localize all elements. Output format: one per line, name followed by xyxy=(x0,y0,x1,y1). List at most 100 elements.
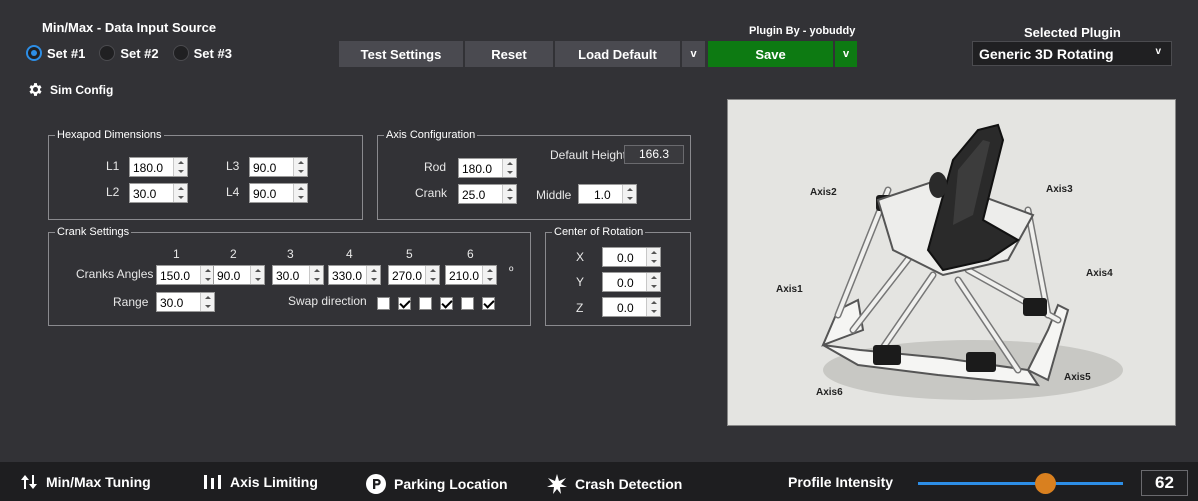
swap-checkbox-4[interactable] xyxy=(440,297,453,310)
l3-spinner[interactable]: 90.0 xyxy=(249,157,308,177)
spinner-arrows-icon[interactable] xyxy=(250,266,264,284)
crank-angle-5-spinner[interactable]: 270.0 xyxy=(388,265,440,285)
default-height-label: Default Height xyxy=(550,148,627,162)
l3-value: 90.0 xyxy=(253,161,277,175)
middle-spinner[interactable]: 1.0 xyxy=(578,184,637,204)
save-dropdown-button[interactable]: v xyxy=(835,41,858,67)
y-spinner[interactable]: 0.0 xyxy=(602,272,661,292)
spinner-arrows-icon[interactable] xyxy=(425,266,439,284)
swap-checkbox-5[interactable] xyxy=(461,297,474,310)
y-label: Y xyxy=(576,275,585,289)
min-max-tuning-button[interactable]: Min/Max Tuning xyxy=(20,474,151,490)
plugin-select[interactable]: Generic 3D Rotating v xyxy=(972,41,1172,66)
l1-value: 180.0 xyxy=(133,161,164,175)
crank-angle-2-value: 90.0 xyxy=(217,269,241,283)
swap-checkbox-3[interactable] xyxy=(419,297,432,310)
selected-plugin-label: Selected Plugin xyxy=(1024,25,1121,40)
x-spinner[interactable]: 0.0 xyxy=(602,247,661,267)
crank-settings-title: Crank Settings xyxy=(55,226,132,238)
profile-intensity-value[interactable]: 62 xyxy=(1141,470,1188,496)
crank-angle-6-value: 210.0 xyxy=(449,269,480,283)
z-spinner[interactable]: 0.0 xyxy=(602,297,661,317)
swap-checkbox-2[interactable] xyxy=(398,297,411,310)
load-default-button[interactable]: Load Default xyxy=(555,41,681,67)
range-value: 30.0 xyxy=(160,296,184,310)
spinner-arrows-icon[interactable] xyxy=(200,266,214,284)
l2-spinner[interactable]: 30.0 xyxy=(129,183,188,203)
spinner-arrows-icon[interactable] xyxy=(173,158,187,176)
spinner-arrows-icon[interactable] xyxy=(293,184,307,202)
crash-detection-button[interactable]: Crash Detection xyxy=(547,474,682,494)
crank-col-6: 6 xyxy=(467,247,474,261)
crash-detection-label: Crash Detection xyxy=(575,476,683,492)
profile-intensity-slider-track[interactable] xyxy=(918,482,1123,485)
radio-unselected-icon xyxy=(172,45,189,61)
crank-angle-3-spinner[interactable]: 30.0 xyxy=(272,265,324,285)
spinner-arrows-icon[interactable] xyxy=(173,184,187,202)
crank-label: Crank xyxy=(415,186,448,200)
spinner-arrows-icon[interactable] xyxy=(646,273,660,291)
l3-label: L3 xyxy=(226,159,240,173)
crank-angle-1-spinner[interactable]: 150.0 xyxy=(156,265,215,285)
save-button[interactable]: Save xyxy=(708,41,834,67)
axis4-label: Axis4 xyxy=(1086,268,1113,279)
spinner-arrows-icon[interactable] xyxy=(502,185,516,203)
crank-angle-6-spinner[interactable]: 210.0 xyxy=(445,265,497,285)
range-label: Range xyxy=(113,295,149,309)
profile-intensity-slider-thumb[interactable] xyxy=(1034,473,1056,494)
spinner-arrows-icon[interactable] xyxy=(646,248,660,266)
spinner-arrows-icon[interactable] xyxy=(293,158,307,176)
reset-button[interactable]: Reset xyxy=(465,41,554,67)
l1-label: L1 xyxy=(106,159,120,173)
sim-config-button[interactable]: Sim Config xyxy=(27,81,113,98)
range-spinner[interactable]: 30.0 xyxy=(156,292,215,312)
crank-col-2: 2 xyxy=(230,247,237,261)
rod-spinner[interactable]: 180.0 xyxy=(458,158,517,178)
spinner-arrows-icon[interactable] xyxy=(200,293,214,311)
l4-value: 90.0 xyxy=(253,187,277,201)
l2-value: 30.0 xyxy=(133,187,157,201)
l4-label: L4 xyxy=(226,185,240,199)
crank-angle-1-value: 150.0 xyxy=(160,269,191,283)
crank-col-5: 5 xyxy=(406,247,413,261)
l4-spinner[interactable]: 90.0 xyxy=(249,183,308,203)
set-2-radio[interactable]: Set #2 xyxy=(99,45,159,61)
spinner-arrows-icon[interactable] xyxy=(502,159,516,177)
crash-burst-icon xyxy=(547,474,567,494)
spinner-arrows-icon[interactable] xyxy=(366,266,380,284)
axis-limiting-button[interactable]: Axis Limiting xyxy=(204,474,318,490)
rod-value: 180.0 xyxy=(462,162,493,176)
spinner-arrows-icon[interactable] xyxy=(646,298,660,316)
plugin-by-label: Plugin By - yobuddy xyxy=(749,25,856,37)
min-max-tuning-label: Min/Max Tuning xyxy=(46,474,151,490)
crank-angle-2-spinner[interactable]: 90.0 xyxy=(213,265,265,285)
l1-spinner[interactable]: 180.0 xyxy=(129,157,188,177)
swap-checkbox-6[interactable] xyxy=(482,297,495,310)
spinner-arrows-icon[interactable] xyxy=(309,266,323,284)
z-value: 0.0 xyxy=(617,301,634,315)
axis5-label: Axis5 xyxy=(1064,372,1091,383)
axis1-label: Axis1 xyxy=(776,284,803,295)
rod-label: Rod xyxy=(424,160,447,174)
middle-value: 1.0 xyxy=(594,188,611,202)
axis6-label: Axis6 xyxy=(816,387,843,398)
set-3-radio[interactable]: Set #3 xyxy=(172,45,232,61)
load-default-dropdown-button[interactable]: v xyxy=(682,41,706,67)
crank-spinner[interactable]: 25.0 xyxy=(458,184,517,204)
crank-value: 25.0 xyxy=(462,188,486,202)
data-source-title: Min/Max - Data Input Source xyxy=(42,20,217,35)
crank-angle-3-value: 30.0 xyxy=(276,269,300,283)
crank-angle-4-spinner[interactable]: 330.0 xyxy=(328,265,381,285)
parking-location-button[interactable]: Parking Location xyxy=(366,474,508,494)
crank-angle-4-value: 330.0 xyxy=(332,269,363,283)
set-1-radio[interactable]: Set #1 xyxy=(26,45,85,61)
plugin-select-value: Generic 3D Rotating xyxy=(979,45,1114,62)
swap-checkbox-1[interactable] xyxy=(377,297,390,310)
spinner-arrows-icon[interactable] xyxy=(482,266,496,284)
test-settings-button[interactable]: Test Settings xyxy=(339,41,464,67)
crank-col-4: 4 xyxy=(346,247,353,261)
profile-intensity-label: Profile Intensity xyxy=(788,474,894,490)
hexapod-dimensions-title: Hexapod Dimensions xyxy=(55,129,164,141)
parking-location-label: Parking Location xyxy=(394,476,508,492)
spinner-arrows-icon[interactable] xyxy=(622,185,636,203)
